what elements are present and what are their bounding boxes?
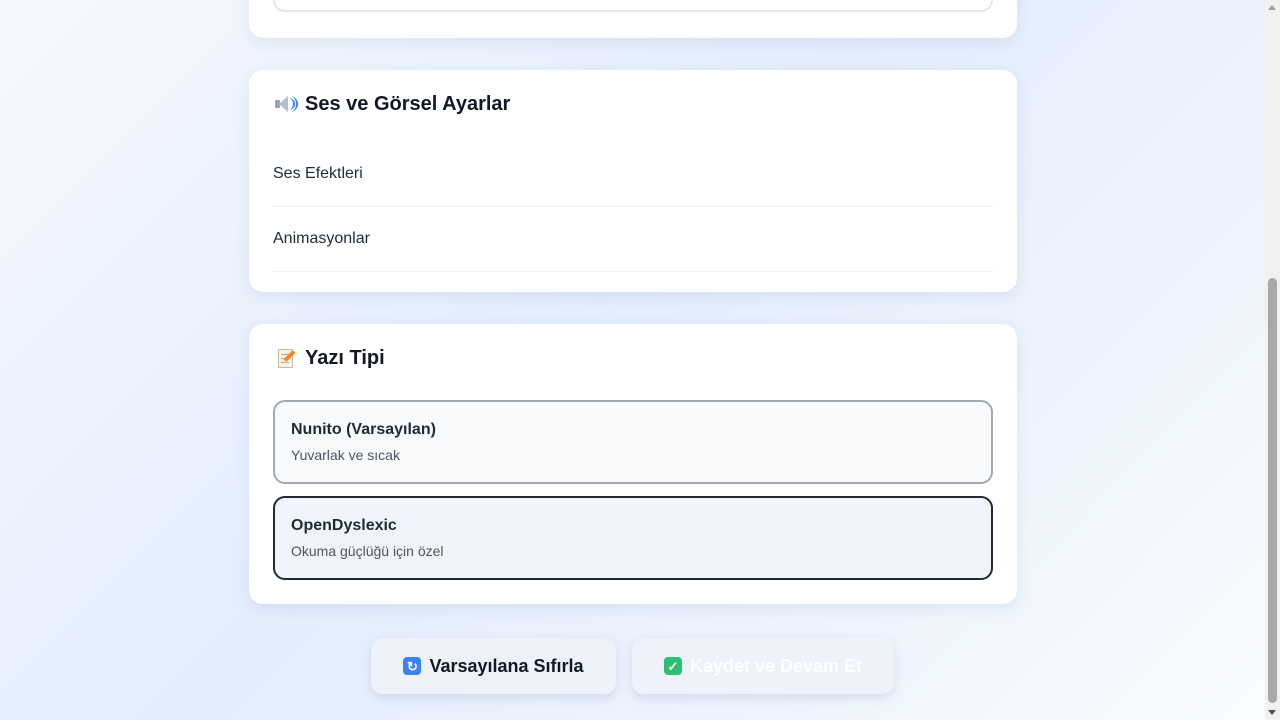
vertical-scrollbar[interactable] [1265,0,1280,720]
save-continue-button[interactable]: ✓ Kaydet ve Devam Et [632,638,894,694]
reset-icon: ↻ [403,657,422,675]
font-option-nunito[interactable]: Nunito (Varsayılan) Yuvarlak ve sıcak [273,400,993,484]
scroll-up-arrow-icon[interactable] [1268,5,1276,10]
sound-visual-heading: Ses ve Görsel Ayarlar [273,92,510,116]
previous-settings-card [249,0,1017,38]
animations-label: Animasyonlar [273,229,370,247]
scroll-down-arrow-icon[interactable] [1268,710,1276,715]
check-icon: ✓ [663,657,682,675]
scrollbar-thumb[interactable] [1268,278,1277,703]
font-option-opendyslexic[interactable]: OpenDyslexic Okuma güçlüğü için özel [273,496,993,580]
memo-icon [273,346,297,370]
font-option-name: Nunito (Varsayılan) [291,421,436,438]
sound-visual-settings-card: Ses ve Görsel Ayarlar Ses Efektleri Anim… [249,70,1017,292]
previous-input-field[interactable] [273,0,993,12]
reset-button-label: Varsayılana Sıfırla [429,655,584,676]
font-heading: Yazı Tipi [273,346,385,370]
sound-visual-title: Ses ve Görsel Ayarlar [305,92,511,115]
font-title: Yazı Tipi [305,346,385,369]
font-option-description: Yuvarlak ve sıcak [291,447,400,463]
font-option-description: Okuma güçlüğü için özel [291,543,444,559]
speaker-icon [273,92,298,116]
reset-defaults-button[interactable]: ↻ Varsayılana Sıfırla [371,638,616,694]
font-option-name: OpenDyslexic [291,517,397,534]
setting-row-animations[interactable]: Animasyonlar [273,206,993,272]
sound-effects-label: Ses Efektleri [273,164,363,182]
font-settings-card: Yazı Tipi Nunito (Varsayılan) Yuvarlak v… [249,324,1017,604]
settings-page: Ses ve Görsel Ayarlar Ses Efektleri Anim… [0,0,1265,720]
setting-row-sound-effects[interactable]: Ses Efektleri [273,141,993,207]
save-button-label: Kaydet ve Devam Et [689,655,863,676]
